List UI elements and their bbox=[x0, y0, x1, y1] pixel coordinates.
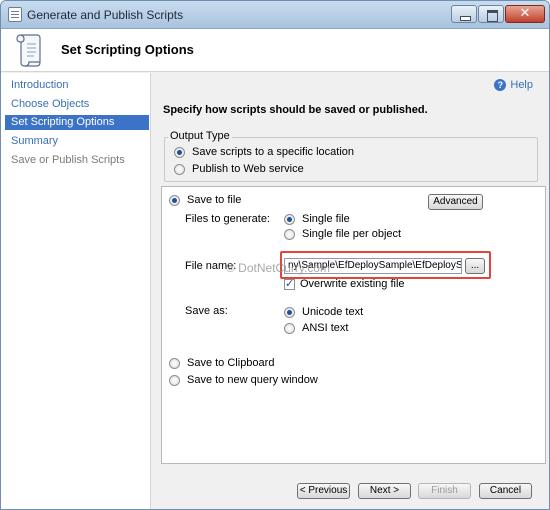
wizard-window: Generate and Publish Scripts ✕ Set Scrip… bbox=[0, 0, 550, 510]
close-icon: ✕ bbox=[519, 6, 531, 21]
radio-ansi-text-label: ANSI text bbox=[302, 322, 349, 334]
radio-publish-web-service-label: Publish to Web service bbox=[192, 163, 304, 175]
output-type-label: Output Type bbox=[168, 130, 232, 142]
overwrite-existing-label: Overwrite existing file bbox=[300, 278, 405, 290]
sidebar-item-introduction[interactable]: Introduction bbox=[5, 78, 149, 93]
save-options-panel: Save to file Advanced Files to generate:… bbox=[161, 186, 546, 464]
output-type-group bbox=[164, 137, 538, 182]
help-label: Help bbox=[510, 79, 533, 91]
app-icon bbox=[8, 7, 22, 22]
radio-selected-indicator bbox=[174, 146, 185, 158]
wizard-sidebar: Introduction Choose Objects Set Scriptin… bbox=[1, 73, 151, 509]
previous-button[interactable]: < Previous bbox=[297, 483, 350, 499]
minimize-button[interactable] bbox=[451, 5, 477, 23]
main-content: ? Help Specify how scripts should be sav… bbox=[152, 73, 549, 509]
advanced-button[interactable]: Advanced bbox=[428, 194, 483, 210]
next-button[interactable]: Next > bbox=[358, 483, 411, 499]
sidebar-item-summary[interactable]: Summary bbox=[5, 134, 149, 149]
maximize-button[interactable] bbox=[478, 5, 504, 23]
save-as-label: Save as: bbox=[185, 305, 228, 317]
radio-single-file[interactable]: Single file bbox=[284, 213, 350, 225]
sidebar-item-choose-objects[interactable]: Choose Objects bbox=[5, 97, 149, 112]
radio-unicode-text-label: Unicode text bbox=[302, 306, 364, 318]
sidebar-item-save-or-publish: Save or Publish Scripts bbox=[11, 154, 125, 166]
watermark-text: © DotNetCurry.com bbox=[226, 261, 330, 275]
radio-single-file-per-object-label: Single file per object bbox=[302, 228, 402, 240]
title-bar[interactable]: Generate and Publish Scripts ✕ bbox=[1, 1, 549, 29]
finish-button: Finish bbox=[418, 483, 471, 499]
caption-buttons: ✕ bbox=[451, 5, 545, 23]
radio-selected-indicator bbox=[169, 194, 180, 206]
radio-save-to-file[interactable]: Save to file bbox=[169, 194, 241, 206]
radio-save-to-query-window[interactable]: Save to new query window bbox=[169, 374, 318, 386]
close-button[interactable]: ✕ bbox=[505, 5, 545, 23]
radio-selected-indicator bbox=[284, 306, 295, 318]
radio-single-file-per-object[interactable]: Single file per object bbox=[284, 228, 401, 240]
radio-save-to-clipboard[interactable]: Save to Clipboard bbox=[169, 357, 274, 369]
radio-save-to-file-label: Save to file bbox=[187, 194, 242, 206]
radio-save-to-location-label: Save scripts to a specific location bbox=[192, 146, 355, 158]
window-title: Generate and Publish Scripts bbox=[27, 8, 184, 22]
radio-unselected-indicator bbox=[174, 163, 185, 175]
radio-save-to-clipboard-label: Save to Clipboard bbox=[187, 357, 275, 369]
radio-unselected-indicator bbox=[284, 322, 295, 334]
radio-save-to-location[interactable]: Save scripts to a specific location bbox=[174, 146, 354, 158]
files-to-generate-label: Files to generate: bbox=[185, 213, 270, 225]
radio-selected-indicator bbox=[284, 213, 295, 225]
help-link[interactable]: ? Help bbox=[494, 79, 533, 91]
radio-single-file-label: Single file bbox=[302, 213, 350, 225]
sidebar-item-set-scripting-options[interactable]: Set Scripting Options bbox=[5, 115, 149, 130]
cancel-button[interactable]: Cancel bbox=[479, 483, 532, 499]
page-header: Set Scripting Options bbox=[1, 29, 549, 72]
radio-ansi-text[interactable]: ANSI text bbox=[284, 322, 348, 334]
radio-publish-web-service[interactable]: Publish to Web service bbox=[174, 163, 304, 175]
overwrite-existing-checkbox[interactable]: Overwrite existing file bbox=[284, 277, 405, 290]
radio-save-to-query-window-label: Save to new query window bbox=[187, 374, 318, 386]
instructions-text: Specify how scripts should be saved or p… bbox=[163, 104, 428, 116]
radio-unselected-indicator bbox=[169, 357, 180, 369]
checkbox-checked-indicator bbox=[284, 277, 295, 290]
page-title: Set Scripting Options bbox=[61, 42, 194, 57]
scroll-icon bbox=[16, 34, 41, 67]
radio-unicode-text[interactable]: Unicode text bbox=[284, 306, 363, 318]
radio-unselected-indicator bbox=[169, 374, 180, 386]
help-icon: ? bbox=[494, 79, 507, 91]
radio-unselected-indicator bbox=[284, 228, 295, 240]
